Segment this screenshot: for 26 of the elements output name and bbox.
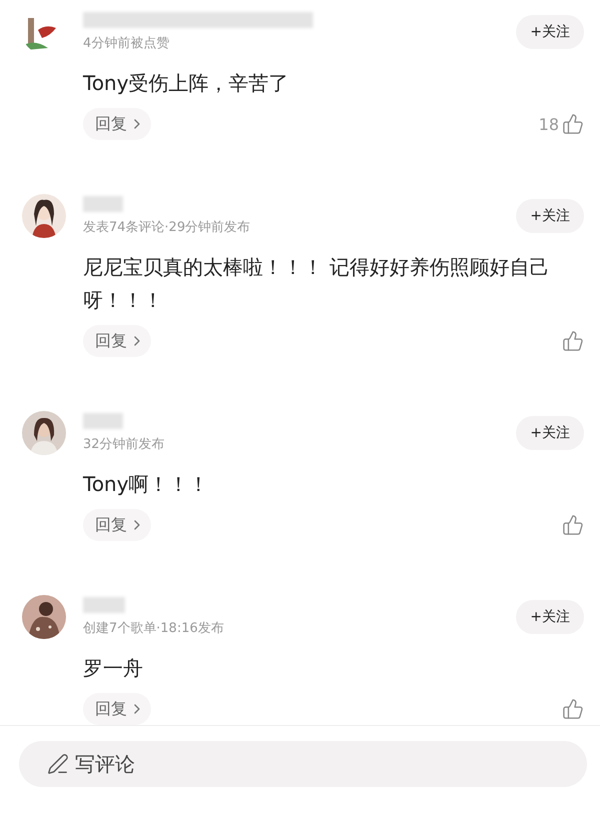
comment-meta: 创建7个歌单·18:16发布 [83,620,224,637]
like-icon[interactable] [562,698,584,720]
comment-text: Tony受伤上阵，辛苦了 [83,70,290,97]
follow-button[interactable]: +关注 [516,600,584,634]
follow-button[interactable]: +关注 [516,416,584,450]
like-icon[interactable] [562,113,584,135]
reply-button[interactable]: 回复 [83,325,151,357]
blurred-username [83,413,123,429]
reply-button[interactable]: 回复 [83,509,151,541]
blurred-username [83,196,123,212]
comment-text: 尼尼宝贝真的太棒啦！！！ 记得好好养伤照顾好自己呀！！！ [83,254,550,314]
pen-icon [47,753,69,775]
reply-button[interactable]: 回复 [83,108,151,140]
follow-button[interactable]: +关注 [516,15,584,49]
comment-meta: 32分钟前发布 [83,436,165,453]
comment-text: 罗一舟 [83,655,144,682]
like-count: 18 [538,114,559,134]
comment-meta: 发表74条评论·29分钟前发布 [83,219,250,236]
reply-button[interactable]: 回复 [83,693,151,725]
comment-meta: 4分钟前被点赞 [83,35,170,52]
comment-input[interactable]: 写评论 [19,741,587,787]
comment-text: Tony啊！！！ [83,471,210,498]
follow-button[interactable]: +关注 [516,199,584,233]
blurred-username [83,597,125,613]
like-icon[interactable] [562,514,584,536]
like-icon[interactable] [562,330,584,352]
